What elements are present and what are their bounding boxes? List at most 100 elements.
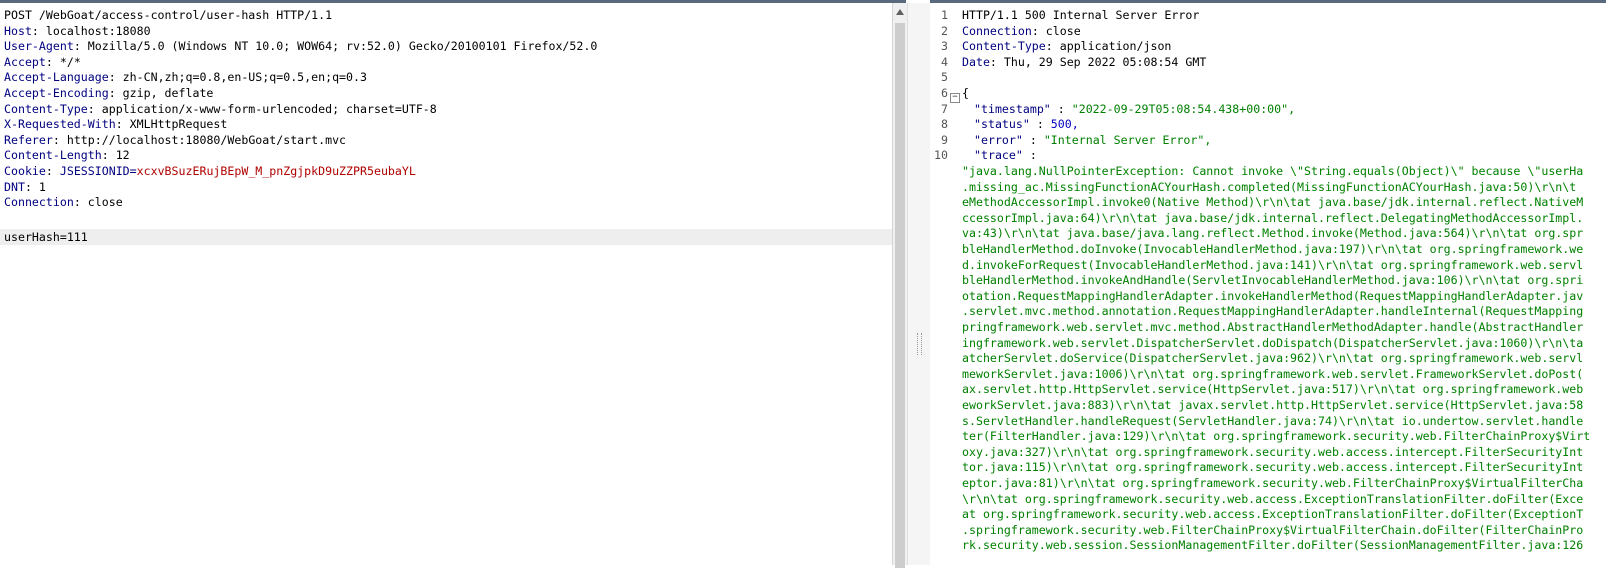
header-name: Content-Type — [4, 101, 88, 116]
fold-toggle-icon[interactable]: − — [950, 93, 960, 103]
trace-line: otation.RequestMappingHandlerAdapter.inv… — [962, 288, 1584, 303]
request-header-accept-language: Accept-Language: zh-CN,zh;q=0.8,en-US;q=… — [4, 70, 367, 85]
header-name: Content-Type — [962, 39, 1046, 54]
json-separator: : — [1050, 101, 1072, 116]
line-number: 10 — [934, 148, 948, 163]
header-name: Connection — [962, 23, 1032, 38]
request-editor[interactable]: POST /WebGoat/access-control/user-hash H… — [0, 3, 892, 565]
cookie-value[interactable]: xcxvBSuzERujBEpW_M_pnZgjpkD9uZZPR5eubaYL — [137, 164, 416, 178]
line-number: 7 — [941, 101, 948, 116]
trace-line: "java.lang.NullPointerException: Cannot … — [962, 164, 1584, 178]
response-viewer[interactable]: 1 2 3 4 5 6 7 8 9 10 HTTP/1.1 500 Intern… — [930, 3, 1606, 565]
trace-line: d.invokeForRequest(InvocableHandlerMetho… — [962, 257, 1584, 272]
line-number: 6 — [941, 86, 948, 100]
trace-line: ax.servlet.http.HttpServlet.service(Http… — [962, 382, 1584, 397]
line-number: 3 — [941, 39, 948, 54]
header-name: Content-Length — [4, 148, 102, 163]
response-status-line: HTTP/1.1 500 Internal Server Error — [962, 8, 1200, 22]
cookie-name: JSESSIONID= — [52, 164, 137, 178]
trace-line: atcherServlet.doService(DispatcherServle… — [962, 351, 1584, 366]
json-separator: : — [1022, 132, 1044, 147]
request-header-accept: Accept: */* — [4, 54, 81, 69]
request-header-user-agent: User-Agent: Mozilla/5.0 (Windows NT 10.0… — [4, 39, 598, 54]
line-number: 1 — [941, 8, 948, 22]
header-value: Mozilla/5.0 (Windows NT 10.0; WOW64; rv:… — [80, 39, 598, 54]
json-key: "timestamp" — [974, 101, 1051, 116]
json-value: "2022-09-29T05:08:54.438+00:00", — [1071, 101, 1296, 116]
header-value: http://localhost:18080/WebGoat/start.mvc — [59, 132, 347, 147]
line-number: 2 — [941, 23, 948, 38]
header-name: DNT — [4, 179, 25, 194]
header-value: gzip, deflate — [115, 86, 214, 100]
header-value: close — [1038, 23, 1081, 38]
scrollbar-thumb[interactable] — [895, 23, 905, 568]
trace-line: rk.security.web.session.SessionManagemen… — [962, 538, 1584, 553]
request-scrollbar[interactable] — [892, 3, 907, 568]
request-header-x-requested-with: X-Requested-With: XMLHttpRequest — [4, 117, 228, 132]
trace-line: ingframework.web.servlet.DispatcherServl… — [962, 335, 1584, 350]
json-open-brace: { — [962, 86, 969, 100]
json-value: "Internal Server Error", — [1043, 132, 1212, 147]
trace-line: oxy.java:327)\r\n\tat org.springframewor… — [962, 444, 1584, 459]
header-value: close — [80, 195, 123, 210]
request-header-content-length: Content-Length: 12 — [4, 148, 130, 163]
request-header-referer: Referer: http://localhost:18080/WebGoat/… — [4, 132, 347, 147]
header-name: Date — [962, 54, 990, 69]
header-value: */* — [52, 54, 81, 69]
trace-line: eworkServlet.java:883)\r\n\tat javax.ser… — [962, 398, 1584, 412]
json-timestamp: "timestamp" : "2022-09-29T05:08:54.438+0… — [974, 102, 1295, 118]
trace-line: tor.java:115)\r\n\tat org.springframewor… — [962, 460, 1584, 475]
trace-line: ccessorImpl.java:64)\r\n\tat java.base/j… — [962, 210, 1584, 225]
header-value: Thu, 29 Sep 2022 05:08:54 GMT — [996, 54, 1207, 69]
header-value: XMLHttpRequest — [122, 117, 228, 132]
trace-line: bleHandlerMethod.doInvoke(InvocableHandl… — [962, 242, 1584, 256]
trace-line: va:43)\r\n\tat java.base/java.lang.refle… — [962, 226, 1584, 241]
json-key: "error" — [974, 132, 1023, 147]
line-number: 9 — [941, 132, 948, 147]
header-name: Host — [4, 23, 32, 38]
scroll-up-arrow-icon[interactable] — [896, 9, 904, 15]
splitter-grip-icon[interactable] — [917, 333, 922, 355]
header-name: Cookie — [4, 164, 46, 178]
request-header-dnt: DNT: 1 — [4, 179, 46, 194]
header-name: User-Agent — [4, 39, 74, 54]
header-value: application/x-www-form-urlencoded; chars… — [94, 101, 437, 116]
header-name: Connection — [4, 195, 74, 210]
current-line-highlight — [0, 229, 892, 245]
request-header-accept-encoding: Accept-Encoding: gzip, deflate — [4, 86, 214, 100]
request-header-content-type: Content-Type: application/x-www-form-url… — [4, 101, 437, 116]
trace-line: at org.springframework.security.web.acce… — [962, 507, 1584, 522]
json-separator: : — [1029, 117, 1051, 132]
request-header-host: Host: localhost:18080 — [4, 23, 151, 38]
request-header-cookie: Cookie: JSESSIONID=xcxvBSuzERujBEpW_M_pn… — [4, 164, 416, 178]
trace-line: pringframework.web.servlet.mvc.method.Ab… — [962, 320, 1584, 334]
trace-line: .springframework.security.web.FilterChai… — [962, 522, 1584, 537]
line-number: 5 — [941, 70, 948, 85]
trace-line: meworkServlet.java:1006)\r\n\tat org.spr… — [962, 366, 1584, 381]
line-number: 8 — [941, 117, 948, 132]
trace-line: eptor.java:81)\r\n\tat org.springframewo… — [962, 476, 1584, 490]
header-value: localhost:18080 — [38, 23, 151, 38]
json-key: "trace" — [974, 148, 1023, 163]
response-header-connection: Connection: close — [962, 23, 1081, 38]
json-key: "status" — [974, 117, 1030, 132]
header-value: application/json — [1052, 39, 1172, 54]
header-name: Accept-Encoding — [4, 86, 109, 100]
header-name: Accept — [4, 54, 46, 69]
response-header-date: Date: Thu, 29 Sep 2022 05:08:54 GMT — [962, 54, 1207, 69]
trace-line: \r\n\tat org.springframework.security.we… — [962, 491, 1584, 506]
header-name: X-Requested-With — [4, 117, 116, 132]
line-number: 4 — [941, 54, 948, 69]
request-line: POST /WebGoat/access-control/user-hash H… — [4, 8, 333, 22]
header-value: 12 — [108, 148, 130, 163]
trace-line: s.ServletHandler.handleRequest(ServletHa… — [962, 413, 1584, 428]
request-body[interactable]: userHash=111 — [4, 230, 88, 246]
json-error: "error" : "Internal Server Error", — [974, 133, 1211, 149]
trace-line: ter(FilterHandler.java:129)\r\n\tat org.… — [962, 429, 1591, 444]
pane-splitter[interactable] — [907, 3, 931, 565]
header-value: zh-CN,zh;q=0.8,en-US;q=0.5,en;q=0.3 — [115, 70, 367, 85]
trace-line: eMethodAccessorImpl.invoke0(Native Metho… — [962, 195, 1584, 210]
response-header-content-type: Content-Type: application/json — [962, 39, 1172, 54]
json-trace: "trace" : — [974, 148, 1037, 164]
header-name: Accept-Language — [4, 70, 109, 85]
